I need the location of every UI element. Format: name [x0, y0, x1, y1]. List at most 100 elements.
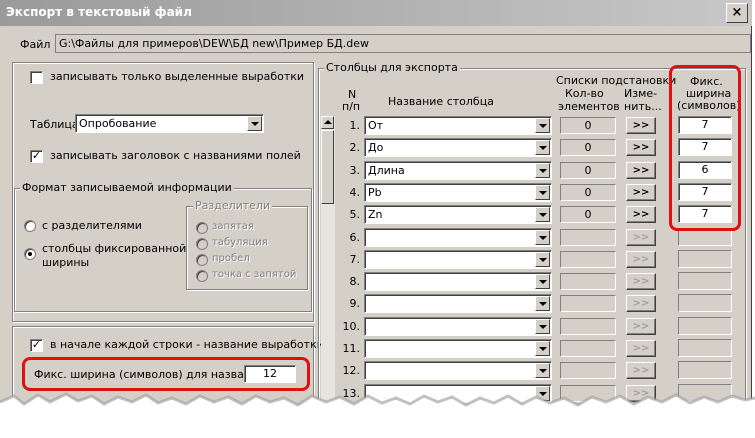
column-name-value: Pb [368, 186, 382, 199]
table-select[interactable]: Опробование [75, 114, 264, 133]
chevron-down-icon[interactable] [535, 118, 550, 133]
radio-comma[interactable] [196, 222, 208, 234]
change-list-button[interactable]: >> [626, 362, 656, 379]
element-count [560, 295, 616, 312]
change-list-button[interactable]: >> [626, 273, 656, 290]
element-count [560, 273, 616, 290]
column-name-value: От [368, 119, 384, 132]
element-count [560, 340, 616, 357]
row-number: 5. [349, 208, 361, 221]
radio-fixed-label-line2: ширины [42, 256, 90, 269]
column-name-select[interactable] [364, 361, 552, 380]
change-list-button[interactable]: >> [626, 251, 656, 268]
format-group-title: Формат записываемой информации [20, 181, 234, 194]
row-name-checkbox[interactable]: ✓ [30, 339, 43, 352]
row-number: 12. [342, 364, 361, 377]
row-number: 6. [349, 231, 361, 244]
radio-delimiters-label: с разделителями [42, 219, 142, 232]
element-count [560, 229, 616, 246]
change-list-button[interactable]: >> [626, 295, 656, 312]
row-number: 4. [349, 186, 361, 199]
column-name-select[interactable]: Pb [364, 183, 552, 202]
header-change-2: нить... [624, 100, 662, 113]
chevron-down-icon[interactable] [247, 116, 262, 131]
fixed-width-input[interactable] [678, 361, 732, 379]
header-count-1: Кол-во [565, 87, 604, 100]
element-count: 0 [560, 184, 616, 201]
chevron-down-icon[interactable] [535, 140, 550, 155]
file-path-text: G:\Файлы для примеров\DEW\БД new\Пример … [59, 37, 369, 50]
radio-space[interactable] [196, 254, 208, 266]
column-name-select[interactable]: Длина [364, 161, 552, 180]
change-list-button[interactable]: >> [626, 117, 656, 134]
column-name-select[interactable]: До [364, 138, 552, 157]
chevron-down-icon[interactable] [535, 163, 550, 178]
highlight-width-column [669, 65, 741, 231]
fixed-width-input[interactable] [678, 317, 732, 335]
scroll-up-icon[interactable] [321, 116, 334, 129]
header-change-1: Изме- [624, 87, 658, 100]
column-name-select[interactable] [364, 250, 552, 269]
column-name-select[interactable] [364, 228, 552, 247]
scroll-thumb[interactable] [321, 130, 334, 204]
fixed-width-input[interactable] [678, 339, 732, 357]
change-list-button[interactable]: >> [626, 206, 656, 223]
radio-tab-label: табуляция [212, 237, 268, 248]
radio-tab[interactable] [196, 238, 208, 250]
header-column-name: Название столбца [388, 95, 494, 108]
radio-delimiters[interactable] [24, 220, 36, 232]
torn-edge [0, 392, 755, 438]
chevron-down-icon[interactable] [535, 185, 550, 200]
element-count [560, 251, 616, 268]
write-header-checkbox[interactable]: ✓ [30, 150, 43, 163]
columns-scrollbar[interactable] [321, 116, 335, 406]
file-path-field: G:\Файлы для примеров\DEW\БД new\Пример … [55, 34, 751, 53]
change-list-button[interactable]: >> [626, 162, 656, 179]
change-list-button[interactable]: >> [626, 318, 656, 335]
row-number: 3. [349, 164, 361, 177]
element-count: 0 [560, 162, 616, 179]
chevron-down-icon[interactable] [535, 319, 550, 334]
chevron-down-icon[interactable] [535, 230, 550, 245]
row-number: 9. [349, 297, 361, 310]
radio-fixed-width[interactable] [24, 248, 36, 260]
change-list-button[interactable]: >> [626, 184, 656, 201]
column-name-select[interactable]: Zn [364, 205, 552, 224]
row-number: 8. [349, 275, 361, 288]
element-count: 0 [560, 117, 616, 134]
column-name-select[interactable] [364, 317, 552, 336]
radio-fixed-label-line1: столбцы фиксированной [42, 242, 187, 255]
change-list-button[interactable]: >> [626, 139, 656, 156]
radio-comma-label: запятая [212, 221, 254, 232]
fixed-width-input[interactable] [678, 272, 732, 290]
export-dialog: Экспорт в текстовый файл × Файл G:\Файлы… [0, 0, 755, 438]
fixed-width-input[interactable] [678, 294, 732, 312]
column-name-select[interactable] [364, 272, 552, 291]
column-name-select[interactable] [364, 339, 552, 358]
chevron-down-icon[interactable] [535, 341, 550, 356]
element-count: 0 [560, 206, 616, 223]
chevron-down-icon[interactable] [535, 274, 550, 289]
change-list-button[interactable]: >> [626, 229, 656, 246]
radio-semicolon[interactable] [196, 270, 208, 282]
fixed-width-input[interactable] [678, 250, 732, 268]
element-count: 0 [560, 139, 616, 156]
chevron-down-icon[interactable] [535, 296, 550, 311]
change-list-button[interactable]: >> [626, 340, 656, 357]
window-title: Экспорт в текстовый файл [6, 5, 192, 19]
chevron-down-icon[interactable] [535, 363, 550, 378]
column-name-select[interactable] [364, 294, 552, 313]
chevron-down-icon[interactable] [535, 252, 550, 267]
column-name-value: Zn [368, 208, 383, 221]
file-label: Файл [20, 38, 51, 51]
row-number: 7. [349, 253, 361, 266]
header-count-2: элементов [558, 100, 620, 113]
only-selected-label: записывать только выделенные выработки [50, 70, 305, 83]
only-selected-checkbox[interactable] [30, 71, 43, 84]
close-button[interactable]: × [726, 3, 748, 23]
chevron-down-icon[interactable] [535, 207, 550, 222]
column-name-value: До [368, 141, 384, 154]
row-number: 11. [342, 342, 361, 355]
element-count [560, 318, 616, 335]
column-name-select[interactable]: От [364, 116, 552, 135]
